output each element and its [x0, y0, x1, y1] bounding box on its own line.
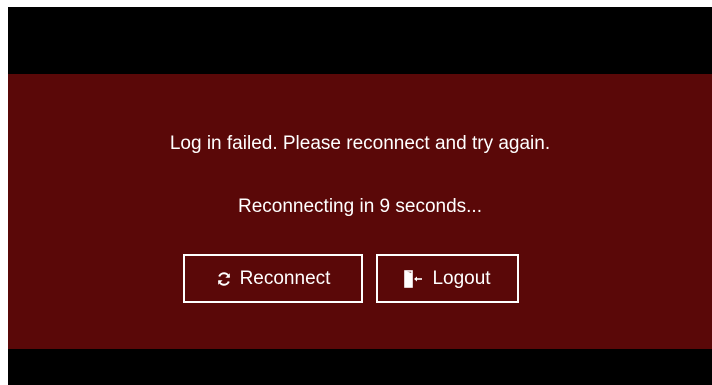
refresh-icon	[216, 271, 232, 287]
session-screen: Log in failed. Please reconnect and try …	[8, 7, 712, 385]
countdown-message: Reconnecting in 9 seconds...	[238, 196, 482, 217]
logout-label: Logout	[432, 267, 491, 289]
logout-door-icon	[404, 269, 424, 288]
reconnect-label: Reconnect	[239, 267, 331, 289]
logout-button[interactable]: Logout	[376, 254, 519, 303]
reconnect-button[interactable]: Reconnect	[183, 254, 363, 303]
login-failed-banner: Log in failed. Please reconnect and try …	[8, 74, 712, 349]
error-message: Log in failed. Please reconnect and try …	[169, 133, 551, 154]
